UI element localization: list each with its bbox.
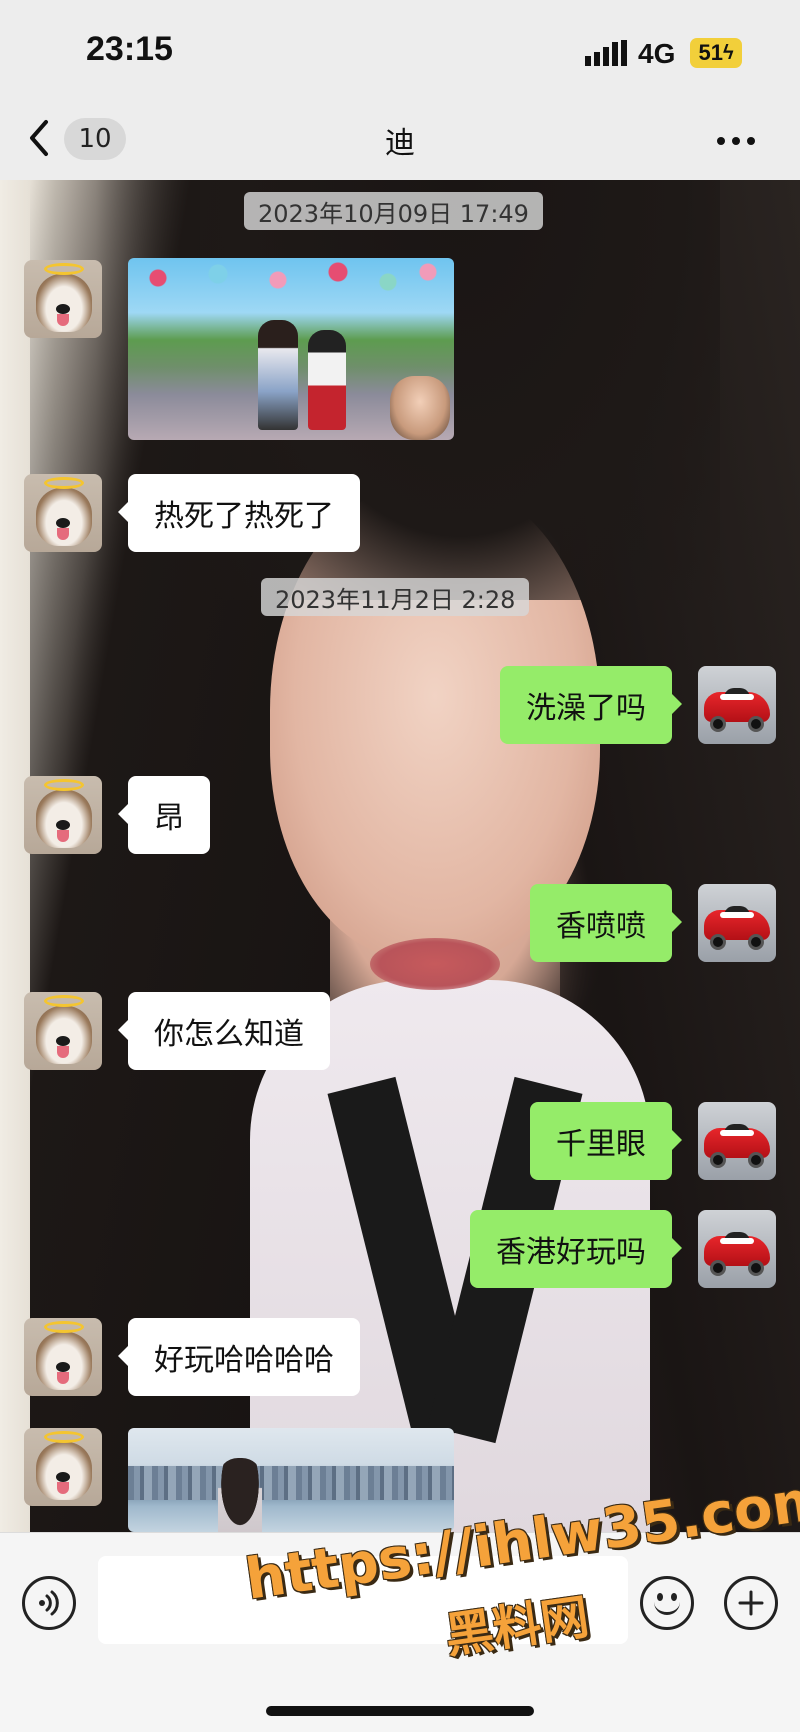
dog-tongue: [57, 830, 69, 842]
charging-icon: ϟ: [722, 41, 734, 64]
contact-avatar[interactable]: [24, 992, 102, 1070]
dog-nose: [56, 1362, 70, 1372]
emoji-eye: [671, 1593, 677, 1601]
message-bubble-incoming[interactable]: 好玩哈哈哈哈: [118, 1318, 360, 1396]
message-bubble-incoming[interactable]: 你怎么知道: [118, 992, 330, 1070]
emoji-icon: [657, 1593, 663, 1601]
battery-level: 51: [698, 40, 723, 65]
timestamp: 2023年10月09日 17:49: [244, 192, 543, 230]
message-bubble-outgoing[interactable]: 香港好玩吗: [470, 1210, 682, 1288]
self-avatar[interactable]: [698, 1210, 776, 1288]
photo-person: [218, 1458, 262, 1532]
contact-avatar[interactable]: [24, 776, 102, 854]
emoji-mouth: [654, 1601, 680, 1615]
home-indicator[interactable]: [266, 1706, 534, 1716]
halo-icon: [44, 1321, 84, 1333]
network-label: 4G: [638, 38, 676, 69]
car-wheel: [710, 716, 726, 732]
car-stripe: [720, 912, 754, 918]
car-stripe: [720, 1238, 754, 1244]
car-wheel: [710, 1260, 726, 1276]
emoji-button[interactable]: [640, 1576, 694, 1630]
more-icon[interactable]: [716, 136, 756, 146]
contact-avatar[interactable]: [24, 474, 102, 552]
voice-button[interactable]: [22, 1576, 76, 1630]
image-message[interactable]: [128, 258, 454, 440]
self-avatar[interactable]: [698, 884, 776, 962]
dog-nose: [56, 304, 70, 314]
status-bar: 23:15 4G 51 ϟ: [0, 0, 800, 100]
dog-tongue: [57, 1046, 69, 1058]
photo-person: [258, 320, 298, 430]
chat-area[interactable]: 2023年10月09日 17:49 热死了热死了 2023年11月2日 2:28…: [0, 180, 800, 1532]
message-bubble-incoming[interactable]: 热死了热死了: [118, 474, 360, 552]
contact-avatar[interactable]: [24, 1428, 102, 1506]
message-bubble-outgoing[interactable]: 千里眼: [530, 1102, 682, 1180]
halo-icon: [44, 1431, 84, 1443]
car-wheel: [710, 934, 726, 950]
back-icon[interactable]: [26, 118, 52, 158]
photo-skyline: [128, 1466, 454, 1500]
car-stripe: [720, 694, 754, 700]
halo-icon: [44, 263, 84, 275]
self-avatar[interactable]: [698, 1102, 776, 1180]
car-wheel: [710, 1152, 726, 1168]
image-message[interactable]: [128, 1428, 454, 1532]
message-bubble-outgoing[interactable]: 洗澡了吗: [500, 666, 682, 744]
car-wheel: [748, 1260, 764, 1276]
car-wheel: [748, 716, 764, 732]
dog-tongue: [57, 1372, 69, 1384]
self-avatar[interactable]: [698, 666, 776, 744]
unread-count-badge[interactable]: 10: [64, 118, 126, 160]
chat-title: 迪: [385, 126, 415, 161]
dog-tongue: [57, 1482, 69, 1494]
message-bubble-incoming[interactable]: 昂: [118, 776, 210, 854]
dog-tongue: [57, 528, 69, 540]
timestamp: 2023年11月2日 2:28: [261, 578, 530, 616]
dog-nose: [56, 518, 70, 528]
dog-tongue: [57, 314, 69, 326]
contact-avatar[interactable]: [24, 260, 102, 338]
dog-nose: [56, 1472, 70, 1482]
voice-icon: [39, 1590, 59, 1616]
dog-nose: [56, 1036, 70, 1046]
halo-icon: [44, 995, 84, 1007]
dog-nose: [56, 820, 70, 830]
signal-icon: [585, 40, 627, 66]
message-input[interactable]: [98, 1556, 628, 1644]
status-time: 23:15: [86, 30, 173, 68]
plus-icon: [738, 1590, 764, 1616]
photo-person: [308, 330, 346, 430]
halo-icon: [44, 477, 84, 489]
battery-indicator: 51 ϟ: [690, 38, 742, 68]
halo-icon: [44, 779, 84, 791]
wallpaper-lips: [370, 938, 500, 990]
car-wheel: [748, 934, 764, 950]
photo-person: [390, 376, 450, 440]
contact-avatar[interactable]: [24, 1318, 102, 1396]
plus-button[interactable]: [724, 1576, 778, 1630]
car-stripe: [720, 1130, 754, 1136]
message-bubble-outgoing[interactable]: 香喷喷: [530, 884, 682, 962]
car-wheel: [748, 1152, 764, 1168]
